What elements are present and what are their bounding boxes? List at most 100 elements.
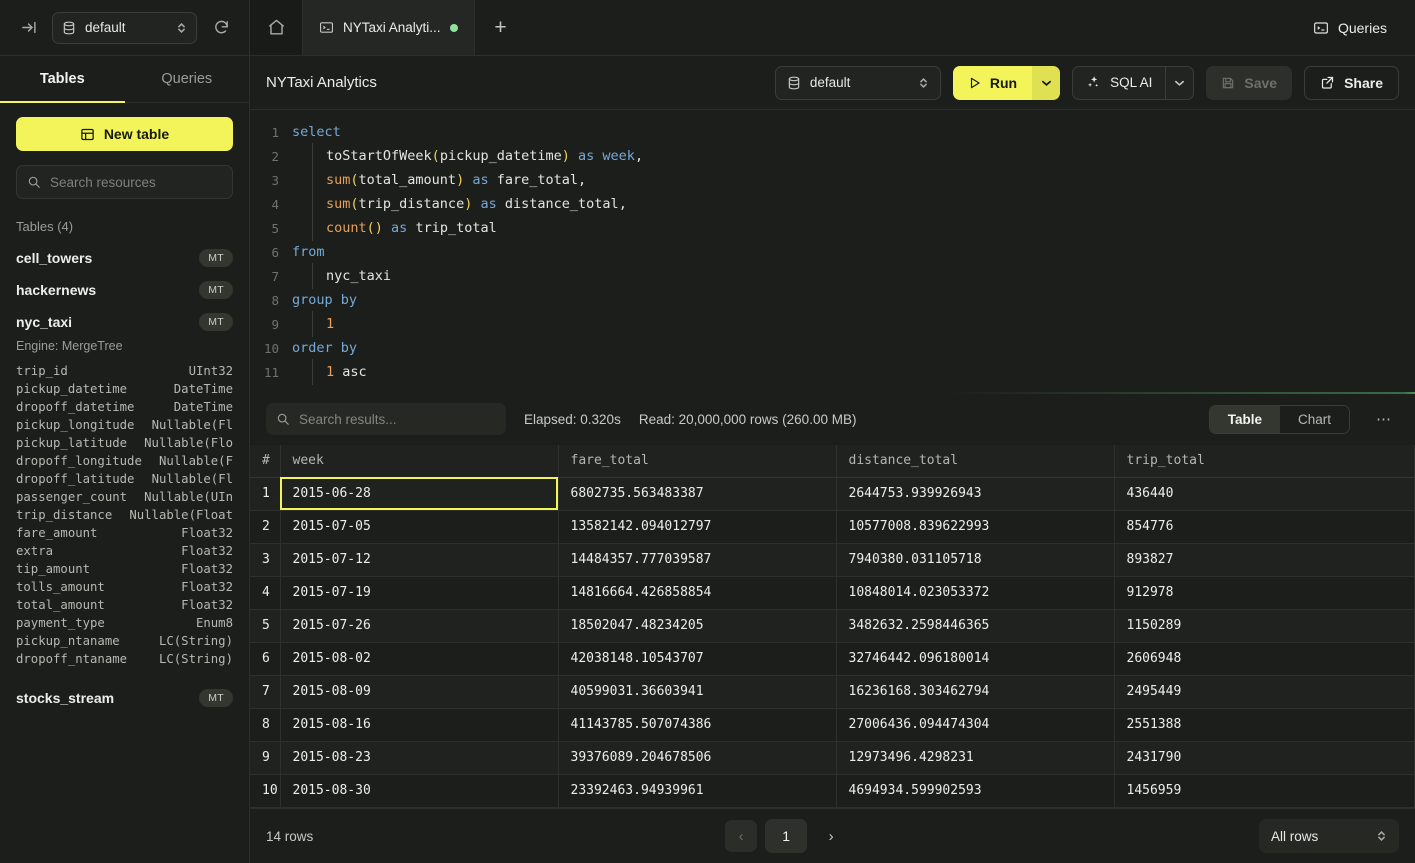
cell-distance_total[interactable]: 7940380.031105718 — [836, 543, 1114, 576]
column-row[interactable]: dropoff_longitudeNullable(F — [16, 452, 233, 470]
cell-week[interactable]: 2015-08-02 — [280, 642, 558, 675]
cell-fare_total[interactable]: 13582142.094012797 — [558, 510, 836, 543]
cell-trip_total[interactable]: 2495449 — [1114, 675, 1415, 708]
run-button[interactable]: Run — [953, 66, 1032, 100]
cell-week[interactable]: 2015-08-16 — [280, 708, 558, 741]
table-item-cell_towers[interactable]: cell_towers MT — [16, 242, 233, 274]
editor-line[interactable]: 111 asc — [250, 360, 1415, 384]
cell-fare_total[interactable]: 18502047.48234205 — [558, 609, 836, 642]
editor-line[interactable]: 10order by — [250, 336, 1415, 360]
database-selector[interactable]: default — [52, 12, 197, 44]
cell-week[interactable]: 2015-08-23 — [280, 741, 558, 774]
editor-line[interactable]: 4sum(trip_distance) as distance_total, — [250, 192, 1415, 216]
editor-line[interactable]: 7nyc_taxi — [250, 264, 1415, 288]
table-row[interactable]: 12015-06-286802735.5634833872644753.9399… — [250, 477, 1415, 510]
row-index[interactable]: 1 — [250, 477, 280, 510]
row-index[interactable]: 2 — [250, 510, 280, 543]
row-index[interactable]: 6 — [250, 642, 280, 675]
sql-editor[interactable]: 1select2toStartOfWeek(pickup_datetime) a… — [250, 110, 1415, 392]
cell-week[interactable]: 2015-07-05 — [280, 510, 558, 543]
column-header-trip_total[interactable]: trip_total — [1114, 445, 1415, 477]
cell-distance_total[interactable]: 4694934.599902593 — [836, 774, 1114, 807]
editor-database-selector[interactable]: default — [775, 66, 941, 100]
editor-line[interactable]: 1select — [250, 120, 1415, 144]
current-page-number[interactable]: 1 — [765, 819, 807, 853]
cell-week[interactable]: 2015-07-26 — [280, 609, 558, 642]
column-row[interactable]: pickup_longitudeNullable(Fl — [16, 416, 233, 434]
table-item-nyc_taxi[interactable]: nyc_taxi MT — [16, 306, 233, 338]
results-table-wrapper[interactable]: # week fare_total distance_total trip_to… — [250, 445, 1415, 808]
cell-trip_total[interactable]: 2606948 — [1114, 642, 1415, 675]
table-row[interactable]: 42015-07-1914816664.42685885410848014.02… — [250, 576, 1415, 609]
editor-line[interactable]: 91 — [250, 312, 1415, 336]
column-row[interactable]: dropoff_ntanameLC(String) — [16, 650, 233, 668]
more-options-icon[interactable]: ⋯ — [1368, 406, 1399, 432]
row-index[interactable]: 5 — [250, 609, 280, 642]
cell-fare_total[interactable]: 23392463.94939961 — [558, 774, 836, 807]
table-row[interactable]: 22015-07-0513582142.09401279710577008.83… — [250, 510, 1415, 543]
cell-fare_total[interactable]: 6802735.563483387 — [558, 477, 836, 510]
new-table-button[interactable]: New table — [16, 117, 233, 151]
editor-line[interactable]: 5count() as trip_total — [250, 216, 1415, 240]
sidebar-tab-queries[interactable]: Queries — [125, 56, 250, 102]
cell-week[interactable]: 2015-06-28 — [280, 477, 558, 510]
cell-fare_total[interactable]: 41143785.507074386 — [558, 708, 836, 741]
page-size-selector[interactable]: All rows — [1259, 819, 1399, 853]
tab-chart-view[interactable]: Chart — [1280, 406, 1349, 433]
column-header-week[interactable]: week — [280, 445, 558, 477]
editor-line[interactable]: 2toStartOfWeek(pickup_datetime) as week, — [250, 144, 1415, 168]
row-index[interactable]: 9 — [250, 741, 280, 774]
column-row[interactable]: fare_amountFloat32 — [16, 524, 233, 542]
cell-trip_total[interactable]: 1150289 — [1114, 609, 1415, 642]
sql-ai-split-button[interactable]: SQL AI — [1072, 66, 1194, 100]
tab-table-view[interactable]: Table — [1210, 406, 1280, 433]
table-row[interactable]: 32015-07-1214484357.7770395877940380.031… — [250, 543, 1415, 576]
editor-line[interactable]: 3sum(total_amount) as fare_total, — [250, 168, 1415, 192]
sidebar-search[interactable] — [16, 165, 233, 199]
cell-distance_total[interactable]: 32746442.096180014 — [836, 642, 1114, 675]
cell-distance_total[interactable]: 3482632.2598446365 — [836, 609, 1114, 642]
collapse-sidebar-icon[interactable] — [14, 14, 42, 42]
cell-trip_total[interactable]: 436440 — [1114, 477, 1415, 510]
cell-distance_total[interactable]: 16236168.303462794 — [836, 675, 1114, 708]
save-button[interactable]: Save — [1206, 66, 1292, 100]
table-row[interactable]: 102015-08-3023392463.949399614694934.599… — [250, 774, 1415, 807]
column-row[interactable]: pickup_datetimeDateTime — [16, 380, 233, 398]
cell-trip_total[interactable]: 912978 — [1114, 576, 1415, 609]
cell-trip_total[interactable]: 2551388 — [1114, 708, 1415, 741]
cell-trip_total[interactable]: 893827 — [1114, 543, 1415, 576]
cell-trip_total[interactable]: 1456959 — [1114, 774, 1415, 807]
refresh-icon[interactable] — [207, 14, 235, 42]
previous-page-button[interactable]: ‹ — [725, 820, 757, 852]
column-row[interactable]: pickup_latitudeNullable(Flo — [16, 434, 233, 452]
column-row[interactable]: passenger_countNullable(UIn — [16, 488, 233, 506]
table-row[interactable]: 92015-08-2339376089.20467850612973496.42… — [250, 741, 1415, 774]
sql-ai-button[interactable]: SQL AI — [1073, 67, 1165, 99]
sidebar-tab-tables[interactable]: Tables — [0, 56, 125, 102]
cell-distance_total[interactable]: 10577008.839622993 — [836, 510, 1114, 543]
cell-distance_total[interactable]: 10848014.023053372 — [836, 576, 1114, 609]
column-row[interactable]: tolls_amountFloat32 — [16, 578, 233, 596]
column-row[interactable]: dropoff_datetimeDateTime — [16, 398, 233, 416]
row-index[interactable]: 8 — [250, 708, 280, 741]
table-row[interactable]: 52015-07-2618502047.482342053482632.2598… — [250, 609, 1415, 642]
new-tab-button[interactable]: + — [475, 0, 527, 55]
table-row[interactable]: 72015-08-0940599031.3660394116236168.303… — [250, 675, 1415, 708]
cell-trip_total[interactable]: 854776 — [1114, 510, 1415, 543]
editor-line[interactable]: 8group by — [250, 288, 1415, 312]
home-icon[interactable] — [250, 0, 302, 55]
row-index[interactable]: 3 — [250, 543, 280, 576]
sidebar-search-input[interactable] — [50, 175, 227, 190]
table-row[interactable]: 62015-08-0242038148.1054370732746442.096… — [250, 642, 1415, 675]
sql-ai-caret-icon[interactable] — [1165, 67, 1193, 99]
run-split-button[interactable]: Run — [953, 66, 1060, 100]
cell-week[interactable]: 2015-08-30 — [280, 774, 558, 807]
row-index[interactable]: 7 — [250, 675, 280, 708]
queries-button[interactable]: Queries — [1305, 14, 1395, 42]
cell-fare_total[interactable]: 39376089.204678506 — [558, 741, 836, 774]
cell-distance_total[interactable]: 2644753.939926943 — [836, 477, 1114, 510]
column-row[interactable]: total_amountFloat32 — [16, 596, 233, 614]
row-index[interactable]: 4 — [250, 576, 280, 609]
cell-distance_total[interactable]: 27006436.094474304 — [836, 708, 1114, 741]
cell-distance_total[interactable]: 12973496.4298231 — [836, 741, 1114, 774]
